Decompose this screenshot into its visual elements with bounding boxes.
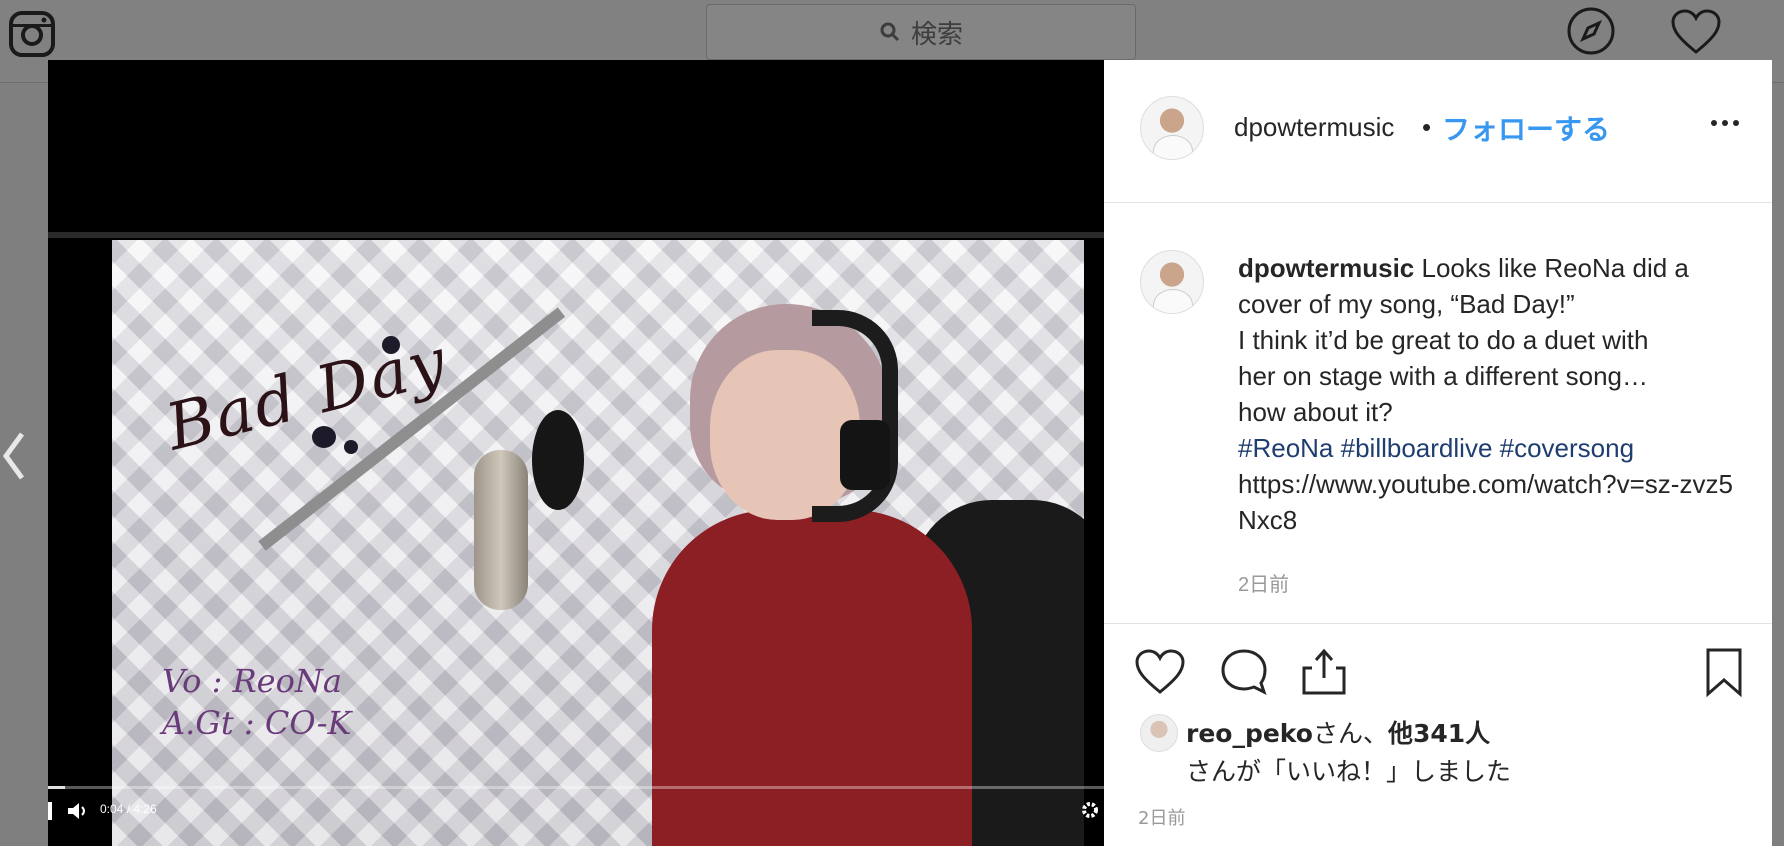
compass-icon[interactable]: [1566, 6, 1616, 56]
likes-text: さんが「いいね！」しました: [1186, 757, 1512, 786]
search-input[interactable]: 検索: [706, 4, 1136, 60]
video-title-text: Bad Day: [159, 324, 455, 466]
microphone: [474, 450, 528, 610]
avatar[interactable]: [1140, 96, 1204, 160]
previous-post-arrow-icon[interactable]: [0, 428, 28, 484]
credit-guitar: A.Gt : CO-K: [162, 704, 352, 742]
caption-line: her on stage with a different song…: [1238, 361, 1648, 391]
post-header: dpowtermusic • フォローする: [1104, 60, 1772, 203]
search-placeholder: 検索: [910, 19, 963, 50]
post-timestamp: 2日前: [1138, 808, 1186, 829]
liker-avatar[interactable]: [1140, 714, 1178, 752]
progress-fill: [48, 786, 65, 789]
video-time: 0:04 / 4:26: [100, 802, 157, 816]
headphone-cup: [840, 420, 890, 490]
youtube-link: https://www.youtube.com/watch?v=sz-zvz5N…: [1238, 469, 1733, 535]
caption-avatar[interactable]: [1140, 250, 1204, 314]
post-side-panel: dpowtermusic • フォローする dpowtermusic Looks…: [1104, 60, 1772, 846]
video-credits: Vo : ReoNa A.Gt : CO-K: [162, 660, 351, 744]
bookmark-icon[interactable]: [1698, 646, 1750, 698]
player-divider: [48, 232, 1104, 238]
caption-line: dpowtermusic Looks like ReoNa did a: [1238, 250, 1738, 286]
more-options-icon[interactable]: [1710, 118, 1740, 128]
video-frame[interactable]: Bad Day Vo : ReoNa A.Gt : CO-K: [112, 240, 1084, 846]
caption-line: how about it?: [1238, 397, 1393, 427]
header-username[interactable]: dpowtermusic: [1234, 112, 1394, 143]
hashtag-billboardlive[interactable]: #billboardlive: [1341, 433, 1493, 463]
search-icon: [880, 22, 900, 42]
credit-vocal: Vo : ReoNa: [162, 662, 342, 700]
caption-timestamp: 2日前: [1238, 574, 1290, 596]
header-separator: •: [1422, 112, 1432, 142]
likes-others[interactable]: 他341人: [1388, 719, 1490, 748]
caption-line: cover of my song, “Bad Day!”: [1238, 289, 1575, 319]
player-controls: 0:04 / 4:26: [48, 786, 1104, 836]
hashtag-reona[interactable]: #ReoNa: [1238, 433, 1333, 463]
pause-icon[interactable]: [48, 802, 52, 820]
likes-summary: reo_pekoさん、他341人: [1186, 714, 1490, 750]
actions-divider: [1104, 623, 1772, 625]
liker-username[interactable]: reo_peko: [1186, 719, 1313, 748]
follow-button[interactable]: フォローする: [1442, 108, 1610, 148]
instagram-icon[interactable]: [8, 10, 56, 58]
caption-username[interactable]: dpowtermusic: [1238, 253, 1414, 283]
likes-suffix: さん、: [1312, 719, 1388, 748]
share-icon[interactable]: [1298, 646, 1350, 698]
pop-filter: [532, 410, 584, 510]
comment-icon[interactable]: [1218, 646, 1270, 698]
progress-bar[interactable]: [48, 786, 1104, 789]
post-caption: dpowtermusic Looks like ReoNa did a cove…: [1238, 250, 1738, 538]
caption-line: I think it’d be great to do a duet with: [1238, 325, 1649, 355]
volume-icon[interactable]: [66, 799, 90, 823]
hashtag-line: #ReoNa #billboardlive #coversong: [1238, 430, 1738, 466]
headphone-shape: [812, 310, 898, 522]
like-heart-icon[interactable]: [1134, 646, 1186, 698]
heart-icon[interactable]: [1670, 8, 1722, 56]
hashtag-coversong[interactable]: #coversong: [1500, 433, 1634, 463]
ink-splash: [344, 440, 358, 454]
caption-text: Looks like ReoNa did a: [1421, 253, 1689, 283]
settings-gear-icon[interactable]: [1080, 800, 1100, 820]
video-player[interactable]: Bad Day Vo : ReoNa A.Gt : CO-K 0:04 / 4:…: [48, 60, 1104, 846]
